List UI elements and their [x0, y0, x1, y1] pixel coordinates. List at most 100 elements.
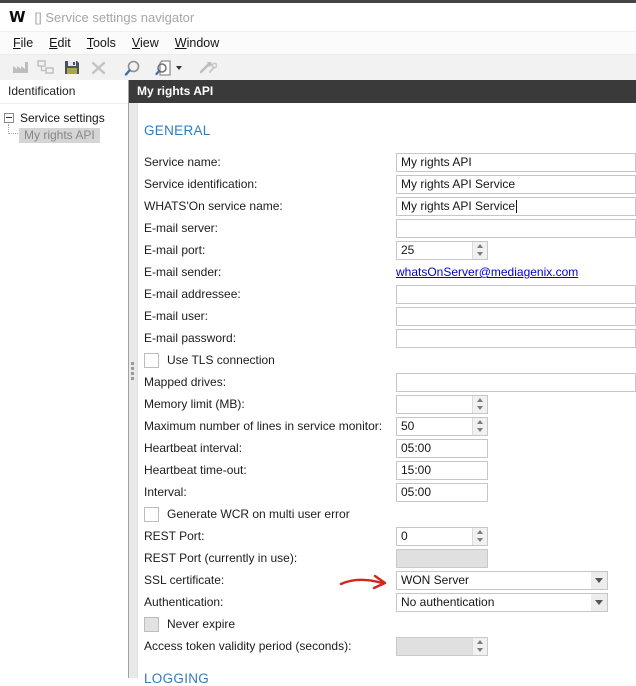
- access-token-validity-input: [396, 636, 488, 656]
- menu-edit[interactable]: Edit: [41, 34, 79, 52]
- form-row-email-sender: E-mail sender: whatsOnServer@mediagenix.c…: [144, 261, 636, 283]
- search-icon[interactable]: [119, 57, 145, 78]
- rest-port-control: 0: [396, 526, 636, 546]
- email-port-value: 25: [401, 243, 415, 257]
- memory-limit-input[interactable]: [396, 394, 488, 414]
- service-identification-input[interactable]: My rights API Service: [396, 174, 636, 194]
- authentication-label: Authentication:: [144, 595, 224, 609]
- email-server-control: [396, 218, 636, 238]
- access-token-validity-spinner[interactable]: [472, 637, 487, 655]
- menu-view[interactable]: View: [124, 34, 167, 52]
- menu-file[interactable]: File: [5, 34, 41, 52]
- email-sender-label: E-mail sender:: [144, 265, 222, 279]
- panel-splitter[interactable]: [129, 103, 138, 678]
- down-triangle-icon: [477, 538, 483, 543]
- email-port-input[interactable]: 25: [396, 240, 488, 260]
- spin-up-icon[interactable]: [473, 242, 487, 251]
- rest-port-spinner[interactable]: [472, 527, 487, 545]
- spin-up-icon[interactable]: [473, 528, 487, 537]
- service-identification-label: Service identification:: [144, 177, 258, 191]
- email-sender-control: whatsOnServer@mediagenix.com: [396, 265, 636, 279]
- tree-item-my-rights-api[interactable]: My rights API: [19, 128, 100, 143]
- mapped-drives-input[interactable]: [396, 372, 636, 392]
- whatson-service-name-input[interactable]: My rights API Service: [396, 196, 636, 216]
- email-user-label: E-mail user:: [144, 309, 209, 323]
- service-name-value: My rights API: [401, 155, 472, 169]
- email-user-input[interactable]: [396, 306, 636, 326]
- spin-down-icon[interactable]: [473, 646, 487, 655]
- memory-limit-spinner[interactable]: [472, 395, 487, 413]
- spin-up-icon[interactable]: [473, 418, 487, 427]
- never-expire-checkbox: [144, 616, 159, 632]
- memory-limit-control: [396, 394, 636, 414]
- email-password-input[interactable]: [396, 328, 636, 348]
- down-triangle-icon: [477, 428, 483, 433]
- spin-down-icon[interactable]: [473, 250, 487, 259]
- ssl-certificate-dropdown-button[interactable]: [591, 571, 607, 589]
- use-tls-checkbox[interactable]: [144, 352, 159, 368]
- email-addressee-control: [396, 284, 636, 304]
- general-form: GENERAL Service name: My rights API Servic…: [138, 103, 636, 686]
- toolbar: [0, 55, 636, 81]
- up-triangle-icon: [477, 529, 483, 534]
- up-triangle-icon: [477, 397, 483, 402]
- authentication-control: No authentication: [396, 592, 636, 612]
- service-name-input[interactable]: My rights API: [396, 152, 636, 172]
- form-row-mapped-drives: Mapped drives:: [144, 371, 636, 393]
- email-port-spinner[interactable]: [472, 241, 487, 259]
- heartbeat-interval-label: Heartbeat interval:: [144, 441, 243, 455]
- spin-down-icon[interactable]: [473, 404, 487, 413]
- heartbeat-interval-input[interactable]: 05:00: [396, 438, 488, 458]
- down-triangle-icon: [477, 648, 483, 653]
- form-row-email-password: E-mail password:: [144, 327, 636, 349]
- spin-down-icon[interactable]: [473, 426, 487, 435]
- tree-item-service-settings[interactable]: Service settings: [0, 110, 128, 125]
- text-cursor-caret: [516, 199, 518, 213]
- max-lines-service-monitor-spinner[interactable]: [472, 417, 487, 435]
- tree-connector-line: [8, 124, 18, 134]
- hierarchy-icon: [33, 57, 59, 78]
- form-row-service-name: Service name: My rights API: [144, 151, 636, 173]
- email-server-input[interactable]: [396, 218, 636, 238]
- down-triangle-icon: [477, 252, 483, 257]
- menu-tools[interactable]: Tools: [79, 34, 124, 52]
- authentication-dropdown-button[interactable]: [591, 593, 607, 611]
- ssl-certificate-dropdown[interactable]: WON Server: [396, 570, 608, 590]
- spin-up-icon[interactable]: [473, 638, 487, 647]
- service-identification-value: My rights API Service: [401, 177, 516, 191]
- save-icon[interactable]: [59, 57, 85, 78]
- heartbeat-timeout-input[interactable]: 15:00: [396, 460, 488, 480]
- form-row-email-addressee: E-mail addressee:: [144, 283, 636, 305]
- service-identification-control: My rights API Service: [396, 174, 636, 194]
- detail-body: GENERAL Service name: My rights API Servic…: [129, 103, 636, 686]
- form-row-use-tls: Use TLS connection: [144, 349, 636, 371]
- interval-input[interactable]: 05:00: [396, 482, 488, 502]
- authentication-dropdown[interactable]: No authentication: [396, 592, 608, 612]
- spin-up-icon[interactable]: [473, 396, 487, 405]
- ssl-certificate-label: SSL certificate:: [144, 573, 225, 587]
- menu-window[interactable]: Window: [167, 34, 227, 52]
- tree-collapse-icon[interactable]: [4, 112, 14, 123]
- email-addressee-input[interactable]: [396, 284, 636, 304]
- access-token-validity-control: [396, 636, 636, 656]
- form-row-email-user: E-mail user:: [144, 305, 636, 327]
- generate-wcr-checkbox[interactable]: [144, 506, 159, 522]
- max-lines-service-monitor-control: 50: [396, 416, 636, 436]
- form-row-interval: Interval: 05:00: [144, 481, 636, 503]
- search-document-icon[interactable]: [151, 57, 185, 78]
- whatson-service-name-label: WHATS'On service name:: [144, 199, 283, 213]
- form-row-heartbeat-timeout: Heartbeat time-out: 15:00: [144, 459, 636, 481]
- rest-port-input[interactable]: 0: [396, 526, 488, 546]
- rest-port-current-label: REST Port (currently in use):: [144, 551, 298, 565]
- form-row-max-lines-service-monitor: Maximum number of lines in service monit…: [144, 415, 636, 437]
- sidebar-header: Identification: [0, 80, 128, 104]
- max-lines-service-monitor-input[interactable]: 50: [396, 416, 488, 436]
- form-row-memory-limit: Memory limit (MB):: [144, 393, 636, 415]
- form-row-rest-port-current: REST Port (currently in use):: [144, 547, 636, 569]
- navigation-tree: Service settings My rights API: [0, 104, 128, 143]
- toolbar-dropdown-caret-icon[interactable]: [175, 65, 182, 70]
- window-title: [] Service settings navigator: [34, 9, 195, 25]
- spin-down-icon[interactable]: [473, 536, 487, 545]
- email-sender-link[interactable]: whatsOnServer@mediagenix.com: [396, 265, 578, 279]
- mapped-drives-label: Mapped drives:: [144, 375, 227, 389]
